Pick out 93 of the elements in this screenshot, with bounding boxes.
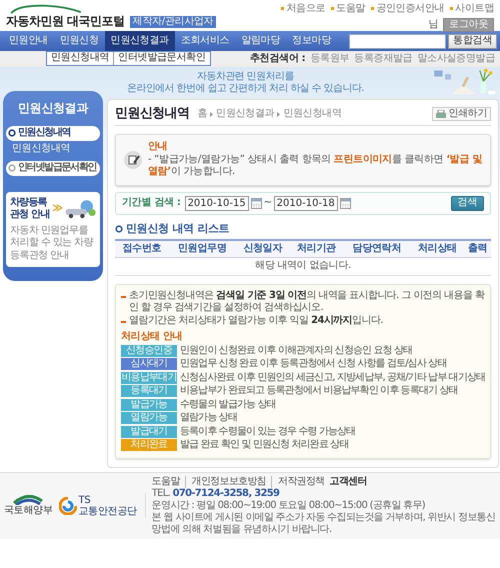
column-header: 처리상태 bbox=[410, 240, 464, 258]
printer-icon bbox=[436, 110, 446, 119]
breadcrumb-item[interactable]: 민원신청결과 bbox=[216, 108, 274, 120]
status-description: 열람가능 상태 bbox=[180, 412, 237, 424]
recommended-label: 추천검색어 : bbox=[250, 53, 306, 66]
sidebar-item[interactable]: 민원신청내역 bbox=[6, 126, 100, 140]
nav-tab[interactable]: 민원안내 bbox=[3, 31, 54, 51]
breadcrumb-item[interactable]: 홈 bbox=[197, 108, 208, 120]
sidebar-item[interactable]: 인터넷발급문서확인 bbox=[6, 161, 100, 176]
search-button[interactable]: 통합검색 bbox=[448, 34, 497, 48]
page-title: 민원신청내역 bbox=[115, 106, 190, 122]
column-header: 출력 bbox=[464, 240, 492, 258]
arc-logo-icon bbox=[13, 493, 44, 506]
list-title: 민원신청 내역 리스트 bbox=[126, 222, 230, 236]
notice-text: - “발급가능/열람가능” 상태시 출력 항목의 프린트이미지를 클릭하면 ‘발급 및 열람’이 가능합니다. bbox=[148, 154, 482, 179]
footer-link[interactable]: 저작권정책 bbox=[271, 476, 325, 488]
top-link[interactable]: 처음으로 bbox=[281, 3, 326, 16]
date-field[interactable]: 2010-10-18 bbox=[274, 196, 338, 211]
column-header: 담당연락처 bbox=[343, 240, 410, 258]
status-description: 신청심사완료 이후 민원인의 세금신고, 지방세납부, 공채/기타 납부 대기상태 bbox=[180, 372, 486, 384]
customer-center-label: 고객센터 bbox=[330, 476, 367, 488]
column-header: 처리기관 bbox=[290, 240, 344, 258]
car-gears-drawing bbox=[64, 198, 96, 220]
top-link[interactable]: 사이트맵 bbox=[450, 3, 494, 16]
search-button[interactable]: 검색 bbox=[450, 196, 484, 210]
ring-icon bbox=[115, 224, 123, 233]
search-label: 기간별 검색 : bbox=[122, 197, 181, 210]
status-guide-title: 처리상태 안내 bbox=[121, 331, 184, 344]
logout-button[interactable]: 로그아웃 bbox=[443, 18, 494, 32]
empty-message: 해당 내역이 없습니다. bbox=[115, 258, 492, 275]
info-bullet: 초기민원신청내역은 검색일 기준 3일 이전의 내역을 표시합니다. 그 이전의 내용을 확인 할 경우 검색기간을 설정하여 검색하십시오. bbox=[129, 290, 486, 314]
chevron-icon bbox=[277, 112, 280, 117]
sidebar-title: 민원신청결과 bbox=[16, 101, 90, 116]
submenu-link[interactable]: 인터넷발급문서확인 bbox=[113, 52, 206, 64]
nav-tab[interactable]: 민원신청 bbox=[54, 31, 105, 51]
sidebar-subitem[interactable]: 민원신청내역 bbox=[6, 140, 76, 157]
status-description: 등록이후 수령물이 있는 경우 수령 가능상태 bbox=[180, 426, 356, 438]
status-badge: 등록대기 bbox=[121, 385, 177, 397]
ad-title: 차량등록 관청 안내 bbox=[10, 196, 50, 222]
recommended-term[interactable]: 말소사실증명발급 bbox=[417, 53, 495, 66]
footer-link[interactable]: 도움말 bbox=[152, 476, 180, 488]
banner-text: 온라인에서 한번에 쉽고 간편하게 처리 하실 수 있습니다. bbox=[127, 83, 364, 96]
status-description: 비용납부가 완료되고 등록관청에서 비용납부확인 이후 등록대기 상태 bbox=[180, 385, 458, 398]
status-description: 민원인이 신청완료 이후 이해관계자의 신청승인 요청 상태 bbox=[180, 344, 412, 357]
status-description: 민원업무 신청 완료 이후 등록관청에서 신청 사항를 검토/심사 상태 bbox=[180, 358, 446, 370]
ring-icon bbox=[8, 164, 16, 172]
status-badge: 신청승인중 bbox=[121, 344, 177, 356]
status-badge: 처리완료 bbox=[121, 439, 177, 451]
phone-number: TEL. 070-7124-3258, 3259 bbox=[152, 488, 280, 500]
ring-icon bbox=[8, 129, 16, 138]
column-header: 접수번호 bbox=[115, 240, 169, 258]
nav-tab[interactable]: 알림마당 bbox=[235, 31, 286, 51]
status-badge: 열람가능 bbox=[121, 412, 177, 424]
status-description: 발급 완료 확인 및 민원신청 처리완료 상태 bbox=[180, 439, 348, 452]
ad-text: 자동차 민원업무를 처리할 수 있는 차량등록관청 안내 bbox=[10, 224, 94, 262]
breadcrumb-item[interactable]: 민원신청내역 bbox=[283, 108, 342, 120]
status-badge: 발급대기 bbox=[121, 426, 177, 438]
search-field[interactable] bbox=[349, 34, 446, 48]
logo-badge: 제작자/관리사업자 bbox=[130, 16, 216, 28]
status-badge: 발급가능 bbox=[121, 398, 177, 410]
ministry-logo-text: 국토해양부 bbox=[4, 505, 53, 518]
status-badge: 비용납부대기 bbox=[121, 372, 177, 384]
column-header: 민원업무명 bbox=[168, 240, 236, 258]
column-header: 신청일자 bbox=[236, 240, 290, 258]
print-button[interactable]: 인쇄하기 bbox=[432, 106, 492, 122]
nav-tab[interactable]: 조회서비스 bbox=[174, 31, 236, 51]
top-link[interactable]: 공인인증서안내 bbox=[371, 3, 444, 16]
site-logo[interactable]: 자동차민원 대국민포털 bbox=[6, 14, 125, 29]
footer-disclaimer: 본 웹 사이트에 게시된 이메일 주소가 자동 수집되는것을 거부하며, 위반시 정보통신망법에 의해 처벌됨을 유념하시기 바랍니다. bbox=[152, 512, 496, 536]
calendar-icon[interactable] bbox=[340, 198, 351, 209]
top-link[interactable]: 도움말 bbox=[331, 3, 366, 16]
status-description: 수령물의 발급가능 상태 bbox=[180, 398, 276, 411]
status-badge: 심사대기 bbox=[121, 358, 177, 370]
banner-text: 자동차관련 민원처리를 bbox=[196, 70, 295, 83]
date-field[interactable]: 2010-10-15 bbox=[184, 196, 249, 211]
info-bullet: 열람기간은 처리상태가 열람가능 이후 익일 24시까지입니다. bbox=[129, 314, 383, 327]
ad-arrow: ≫ bbox=[52, 202, 62, 216]
nav-tab[interactable]: 민원신청결과 bbox=[104, 31, 175, 51]
operating-hours: 운영시간 : 평일 08:00~19:00 토요일 08:00~15:00 (공휴일 휴무) bbox=[152, 500, 426, 512]
swirl-logo-icon bbox=[58, 496, 77, 514]
pencil-note-icon bbox=[124, 151, 142, 169]
recommended-term[interactable]: 등록증재발급 bbox=[354, 53, 412, 66]
agency-logo-text: 교통안전공단 bbox=[78, 506, 137, 516]
submenu-link[interactable]: 민원신청내역 bbox=[51, 52, 110, 64]
range-separator: ~ bbox=[264, 197, 272, 210]
nav-tab[interactable]: 정보마당 bbox=[286, 31, 337, 51]
calendar-icon[interactable] bbox=[250, 198, 262, 209]
footer-link[interactable]: 개인정보보호방침 bbox=[184, 476, 266, 488]
user-suffix: 님 bbox=[428, 18, 438, 31]
agency-logo-text: TS bbox=[78, 494, 92, 506]
recommended-term[interactable]: 등록원부 bbox=[310, 53, 350, 66]
chevron-icon bbox=[210, 112, 214, 117]
notice-title: 안내 bbox=[148, 141, 168, 154]
